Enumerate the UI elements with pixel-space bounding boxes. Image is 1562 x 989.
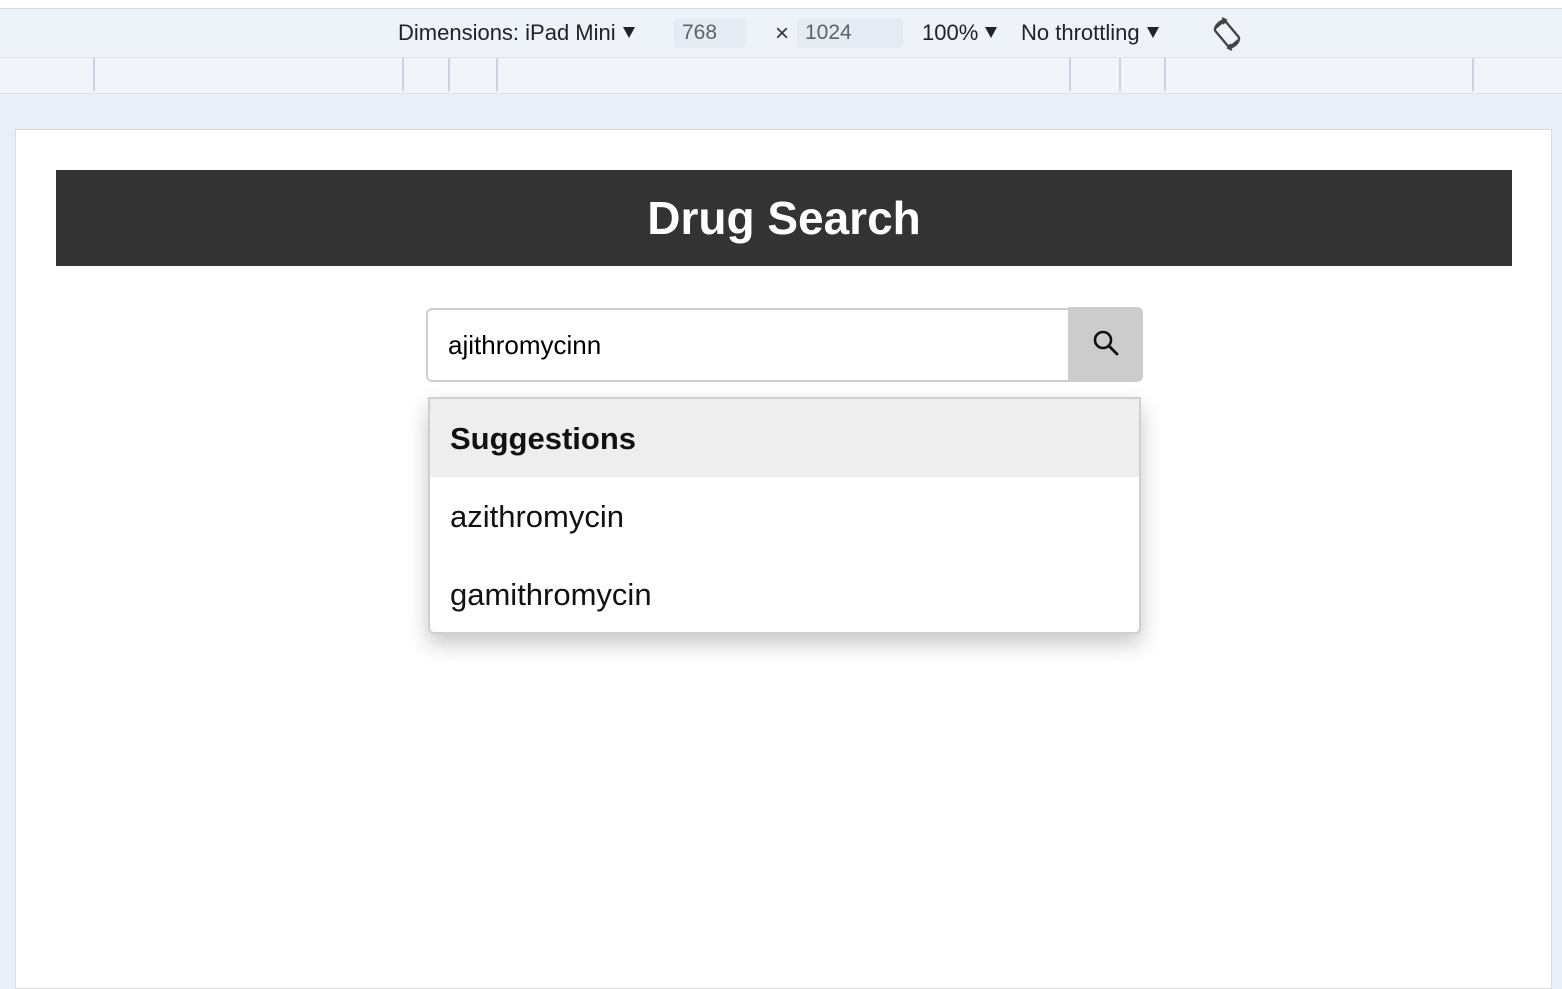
height-input[interactable]: 1024 <box>797 18 903 48</box>
suggestions-dropdown: Suggestions azithromycin gamithromycin <box>428 397 1141 634</box>
throttling-label: No throttling <box>1021 20 1140 45</box>
search-input[interactable] <box>426 308 1070 382</box>
ruler-tick <box>448 58 450 91</box>
browser-top-edge <box>0 0 1562 9</box>
times-icon: × <box>775 20 790 47</box>
zoom-label: 100% <box>922 20 979 45</box>
ruler-tick <box>402 58 404 91</box>
height-value: 1024 <box>805 21 852 44</box>
dimensions-label: Dimensions: iPad Mini <box>398 20 616 45</box>
page-title: Drug Search <box>647 192 921 244</box>
zoom-dropdown[interactable]: 100% <box>922 9 998 57</box>
ruler-tick <box>1069 58 1071 91</box>
throttling-dropdown[interactable]: No throttling <box>1021 9 1159 57</box>
caret-down-icon <box>1146 27 1159 38</box>
ruler-tick <box>1164 58 1166 91</box>
media-query-ruler <box>0 58 1562 94</box>
caret-down-icon <box>985 27 998 38</box>
width-input[interactable]: 768 <box>674 18 746 48</box>
ruler-tick <box>496 58 498 91</box>
ruler-tick <box>1472 58 1474 91</box>
ruler-tick <box>1119 58 1121 91</box>
suggestion-item[interactable]: azithromycin <box>430 477 1139 555</box>
search-icon <box>1092 329 1120 360</box>
suggestions-header: Suggestions <box>430 399 1139 477</box>
width-value: 768 <box>682 21 718 44</box>
search-button[interactable] <box>1068 307 1143 382</box>
device-viewport: Drug Search Suggestions azithromycin gam… <box>15 129 1552 989</box>
caret-down-icon <box>622 27 635 38</box>
device-toolbar: Dimensions: iPad Mini 768 × 1024 100% No… <box>0 9 1562 58</box>
rotate-device-icon[interactable] <box>1209 17 1245 51</box>
ruler-tick <box>93 58 95 91</box>
suggestion-item[interactable]: gamithromycin <box>430 555 1139 632</box>
page-header: Drug Search <box>56 170 1512 266</box>
dimensions-dropdown[interactable]: Dimensions: iPad Mini <box>398 9 635 57</box>
